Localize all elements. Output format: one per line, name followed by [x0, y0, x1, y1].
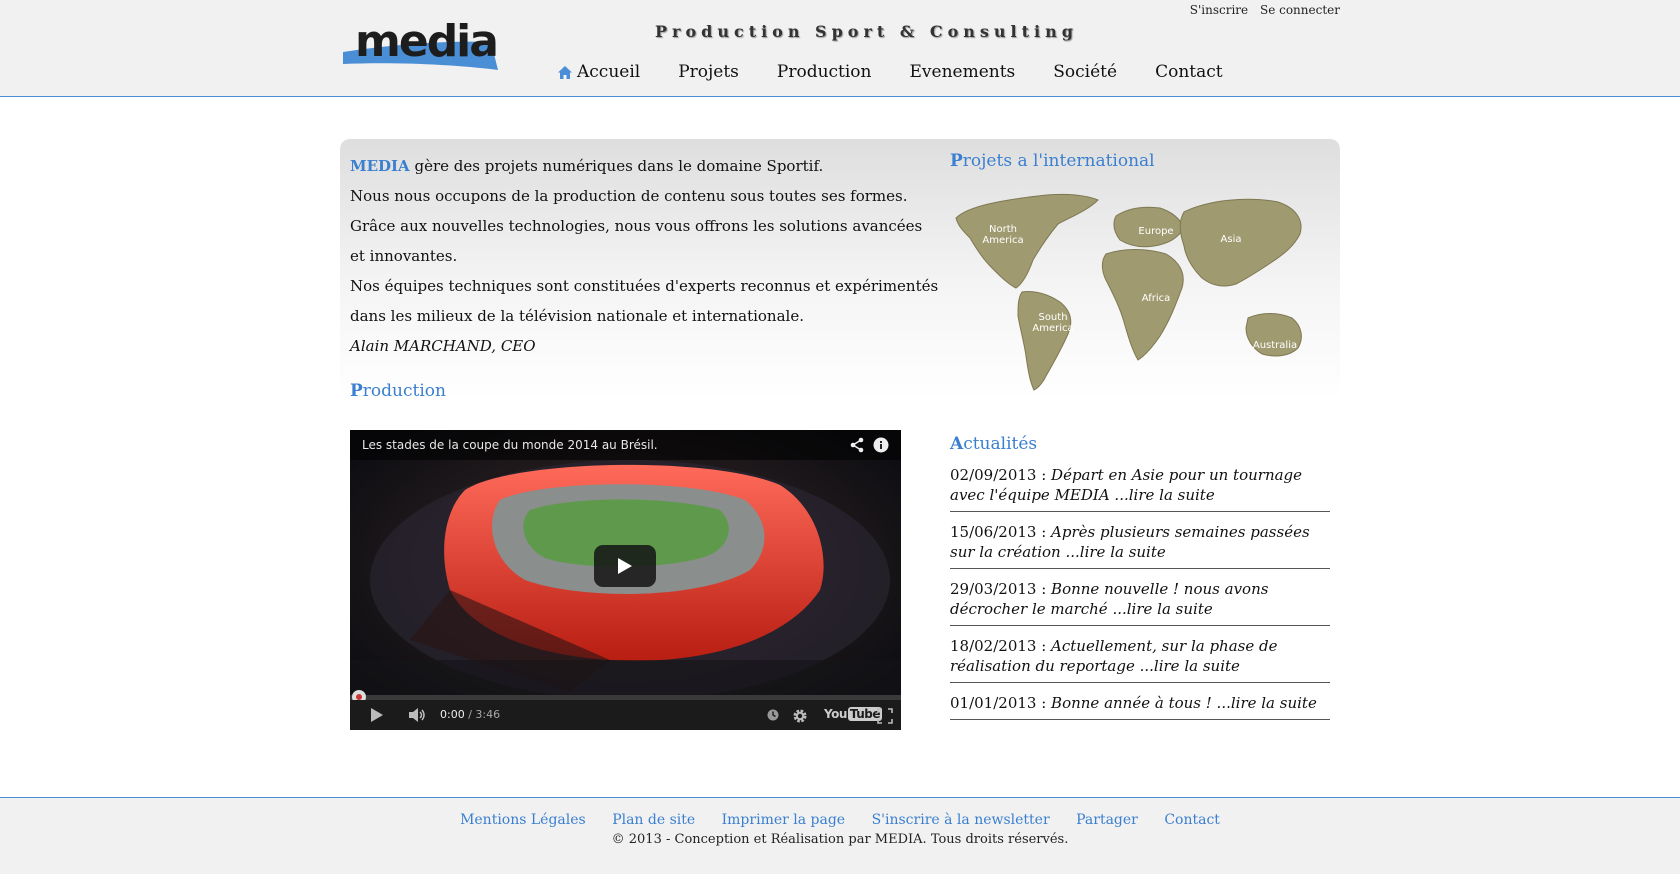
nav-item-projets[interactable]: Projets: [678, 62, 739, 82]
ceo-signature: Alain MARCHAND, CEO: [350, 337, 536, 355]
footer-link-plan[interactable]: Plan de site: [612, 812, 695, 828]
news-title: Actualités: [950, 434, 1037, 454]
tagline: Production Sport & Consulting: [655, 22, 1078, 41]
intro-line-1: MEDIA gère des projets numériques dans l…: [350, 151, 940, 181]
map-africa: [1101, 249, 1184, 361]
footer-link-mentions[interactable]: Mentions Légales: [460, 812, 586, 828]
intro-line-3: Grâce aux nouvelles technologies, nous v…: [350, 217, 923, 265]
footer-link-contact[interactable]: Contact: [1164, 812, 1220, 828]
current-time: 0:00: [440, 708, 465, 721]
play-icon: [618, 558, 632, 574]
news-item[interactable]: 02/09/2013 : Départ en Asie pour un tour…: [950, 463, 1330, 512]
share-icon[interactable]: [849, 437, 865, 453]
news-date: 29/03/2013 :: [950, 580, 1052, 598]
intro-line-1-text: gère des projets numériques dans le doma…: [409, 157, 824, 175]
site-footer: Mentions Légales Plan de site Imprimer l…: [0, 797, 1680, 874]
footer-link-print[interactable]: Imprimer la page: [722, 812, 845, 828]
video-title[interactable]: Les stades de la coupe du monde 2014 au …: [362, 438, 658, 452]
nav-item-accueil[interactable]: Accueil: [557, 62, 640, 82]
play-button[interactable]: [594, 545, 656, 587]
map-label-north-america: America: [982, 235, 1023, 246]
volume-icon[interactable]: [408, 708, 426, 722]
news-text[interactable]: Bonne année à tous ! ...lire la suite: [1051, 694, 1317, 712]
map-label-south-america: America: [1032, 323, 1073, 334]
production-title-initial: P: [350, 381, 363, 401]
map-south-america: [1017, 291, 1072, 391]
news-date: 15/06/2013 :: [950, 523, 1052, 541]
footer-links: Mentions Légales Plan de site Imprimer l…: [0, 812, 1680, 828]
map-label-north-america: North: [989, 224, 1017, 235]
news-item[interactable]: 01/01/2013 : Bonne année à tous ! ...lir…: [950, 691, 1330, 720]
international-title-rest: rojets a l'international: [962, 151, 1155, 171]
login-link[interactable]: Se connecter: [1260, 3, 1340, 17]
logo[interactable]: media: [341, 12, 501, 72]
nav-item-evenements[interactable]: Evenements: [910, 62, 1016, 82]
news-item[interactable]: 18/02/2013 : Actuellement, sur la phase …: [950, 634, 1330, 683]
copyright: © 2013 - Conception et Réalisation par M…: [611, 832, 1069, 847]
map-label-south-america: South: [1038, 312, 1067, 323]
news-title-initial: A: [950, 434, 964, 454]
brand-name: MEDIA: [350, 157, 410, 175]
news-item[interactable]: 15/06/2013 : Après plusieurs semaines pa…: [950, 520, 1330, 569]
video-player[interactable]: Les stades de la coupe du monde 2014 au …: [350, 430, 901, 730]
nav-item-production[interactable]: Production: [777, 62, 872, 82]
youtube-logo-you: You: [824, 707, 847, 721]
international-title-initial: P: [950, 151, 963, 171]
intro-text: MEDIA gère des projets numériques dans l…: [350, 151, 940, 361]
play-control-icon[interactable]: [370, 708, 384, 722]
footer-link-share[interactable]: Partager: [1076, 812, 1138, 828]
map-label-africa: Africa: [1142, 293, 1171, 304]
international-title: Projets a l'international: [950, 151, 1155, 171]
video-controls: 0:00 / 3:46 You Tube: [350, 700, 901, 730]
auth-links: S'inscrire Se connecter: [1182, 3, 1340, 17]
production-title: Production: [350, 381, 446, 401]
world-map[interactable]: North America South America Europe Afric…: [948, 188, 1323, 393]
news-date: 02/09/2013 :: [950, 466, 1052, 484]
nav-item-societe[interactable]: Société: [1053, 62, 1117, 82]
news-title-rest: ctualités: [963, 434, 1038, 454]
intro-line-2: Nous nous occupons de la production de c…: [350, 187, 908, 205]
news-list: 02/09/2013 : Départ en Asie pour un tour…: [950, 463, 1330, 728]
news-date: 01/01/2013 :: [950, 694, 1052, 712]
watch-later-icon[interactable]: [767, 709, 779, 721]
map-label-asia: Asia: [1221, 234, 1242, 245]
intro-line-4: Nos équipes techniques sont constituées …: [350, 277, 939, 325]
map-north-america: [955, 193, 1099, 289]
production-title-rest: roduction: [362, 381, 446, 401]
nav-item-contact[interactable]: Contact: [1155, 62, 1223, 82]
youtube-logo[interactable]: You Tube: [824, 707, 883, 721]
signup-link[interactable]: S'inscrire: [1190, 3, 1248, 17]
map-label-europe: Europe: [1138, 226, 1173, 237]
info-icon[interactable]: [873, 437, 889, 453]
news-item[interactable]: 29/03/2013 : Bonne nouvelle ! nous avons…: [950, 577, 1330, 626]
gear-icon[interactable]: [792, 708, 808, 724]
main-nav: Accueil Projets Production Evenements So…: [557, 62, 1261, 82]
time-display: 0:00 / 3:46: [440, 708, 500, 721]
fullscreen-icon[interactable]: [877, 708, 893, 724]
duration: / 3:46: [468, 708, 501, 721]
news-date: 18/02/2013 :: [950, 637, 1052, 655]
map-label-australia: Australia: [1253, 340, 1297, 351]
home-icon: [558, 65, 572, 79]
footer-link-newsletter[interactable]: S'inscrire à la newsletter: [872, 812, 1050, 828]
site-header: media Production Sport & Consulting S'in…: [0, 0, 1680, 97]
nav-item-label: Accueil: [577, 62, 641, 82]
logo-text: media: [355, 16, 499, 67]
